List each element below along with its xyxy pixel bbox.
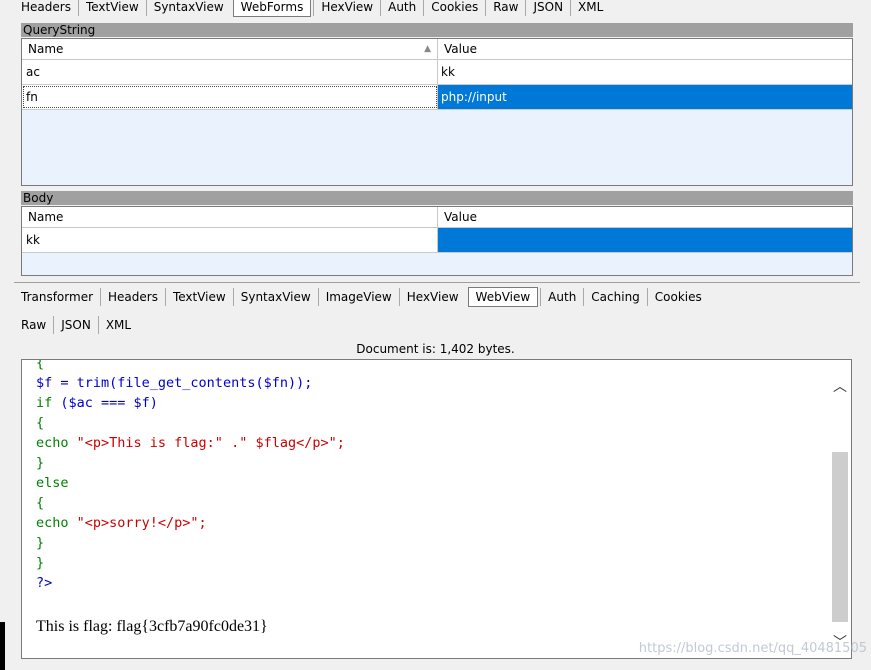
code-token: "<p>This is flag:" ." $flag</p>"; <box>76 435 345 451</box>
scrollbar-thumb[interactable] <box>832 452 848 622</box>
code-token: ($ac === $f) <box>60 395 158 411</box>
grid-header-row: Name ▲ Value <box>22 39 852 60</box>
table-row[interactable]: kk <box>22 228 852 253</box>
name-column-header[interactable]: Name ▲ <box>22 39 438 59</box>
table-row[interactable]: ac kk <box>22 60 852 85</box>
value-column-header[interactable]: Value <box>438 39 852 59</box>
code-token: $f = <box>36 375 77 391</box>
value-column-header[interactable]: Value <box>438 207 852 227</box>
watermark-text: https://blog.csdn.net/qq_40481505 <box>638 641 867 656</box>
code-line: { <box>36 495 45 511</box>
code-line: ?> <box>36 575 53 591</box>
tab-auth[interactable]: Auth <box>380 0 423 16</box>
php-source-code: { $f = trim(file_get_contents($fn)); if … <box>36 359 345 593</box>
code-token: trim(file_get_contents($fn)); <box>76 375 313 391</box>
tab-imageview[interactable]: ImageView <box>317 288 399 306</box>
tab-cookies[interactable]: Cookies <box>646 288 709 306</box>
code-token: "<p>sorry!</p>"; <box>76 515 207 531</box>
code-line: { <box>36 415 45 431</box>
param-name-cell[interactable]: kk <box>22 228 438 252</box>
tab-auth[interactable]: Auth <box>540 288 583 306</box>
code-line: echo "<p>sorry!</p>"; <box>36 513 345 533</box>
pane-splitter[interactable] <box>14 282 860 283</box>
tab-cookies[interactable]: Cookies <box>423 0 485 16</box>
tab-textview[interactable]: TextView <box>164 288 233 306</box>
tab-headers[interactable]: Headers <box>14 0 78 16</box>
param-value-cell[interactable]: php://input <box>438 85 852 109</box>
tab-raw[interactable]: Raw <box>485 0 525 16</box>
code-token: echo <box>36 515 77 531</box>
code-line: { <box>36 359 45 371</box>
tab-webforms[interactable]: WebForms <box>232 0 312 17</box>
name-column-header[interactable]: Name <box>22 207 438 227</box>
code-line: $f = trim(file_get_contents($fn)); <box>36 373 345 393</box>
window-edge <box>0 622 5 670</box>
tab-json[interactable]: JSON <box>525 0 570 16</box>
response-tab-bar-row2: Raw JSON XML <box>14 314 138 336</box>
code-line: } <box>36 555 45 571</box>
code-line: echo "<p>This is flag:" ." $flag</p>"; <box>36 433 345 453</box>
param-value-cell[interactable] <box>438 228 852 252</box>
tab-xml[interactable]: XML <box>97 316 138 334</box>
flag-output: This is flag: flag{3cfb7a90fc0de31} <box>36 618 268 635</box>
querystring-grid: Name ▲ Value ac kk fn php://input <box>21 38 853 186</box>
tab-webview[interactable]: WebView <box>467 287 539 307</box>
param-name-cell[interactable]: fn <box>22 85 438 109</box>
body-header: Body <box>21 191 853 205</box>
tab-syntaxview[interactable]: SyntaxView <box>232 288 318 306</box>
tab-transformer[interactable]: Transformer <box>14 288 100 306</box>
tab-caching[interactable]: Caching <box>583 288 647 306</box>
code-line: else <box>36 475 69 491</box>
table-row[interactable]: fn php://input <box>22 85 852 110</box>
chevron-up-icon[interactable]: ︿ <box>831 378 849 396</box>
name-column-label: Name <box>28 42 64 56</box>
tab-xml[interactable]: XML <box>570 0 610 16</box>
top-tab-bar: Headers TextView SyntaxView WebForms Hex… <box>14 0 610 18</box>
querystring-header: QueryString <box>21 23 853 37</box>
grid-header-row: Name Value <box>22 207 852 228</box>
code-token: if <box>36 395 61 411</box>
code-line: } <box>36 455 45 471</box>
tab-raw[interactable]: Raw <box>14 316 53 334</box>
tab-textview[interactable]: TextView <box>77 0 146 16</box>
code-line: if ($ac === $f) <box>36 393 345 413</box>
code-line: } <box>36 535 45 551</box>
tab-headers[interactable]: Headers <box>100 288 165 306</box>
tab-syntaxview[interactable]: SyntaxView <box>145 0 231 16</box>
vertical-scrollbar[interactable]: ︿ ﹀ <box>831 368 849 652</box>
param-value-cell[interactable]: kk <box>438 60 852 84</box>
body-grid: Name Value kk <box>21 206 853 276</box>
sort-up-icon: ▲ <box>424 44 431 54</box>
tab-hexview[interactable]: HexView <box>398 288 466 306</box>
document-size-label: Document is: 1,402 bytes. <box>356 342 515 356</box>
response-tab-bar: Transformer Headers TextView SyntaxView … <box>14 286 709 308</box>
param-name-cell[interactable]: ac <box>22 60 438 84</box>
code-token: echo <box>36 435 77 451</box>
tab-json[interactable]: JSON <box>53 316 98 334</box>
webview-panel[interactable]: { $f = trim(file_get_contents($fn)); if … <box>21 359 852 659</box>
tab-hexview[interactable]: HexView <box>313 0 380 16</box>
